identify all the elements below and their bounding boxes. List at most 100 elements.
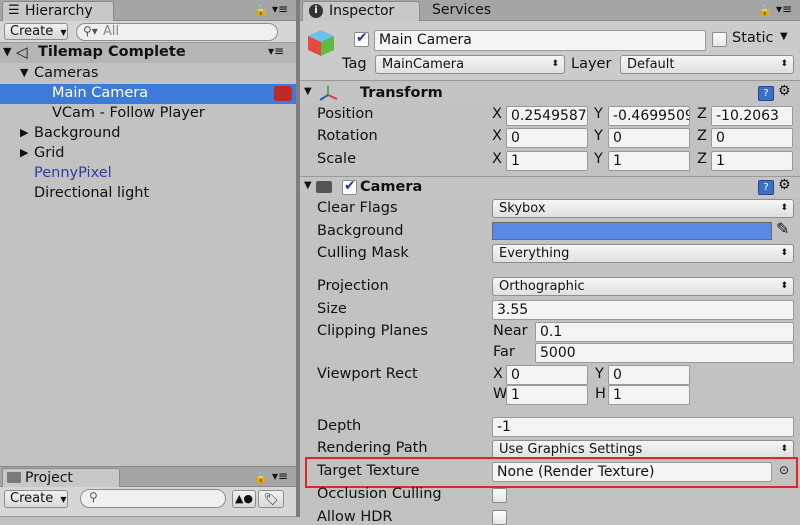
camera-icon — [316, 181, 332, 193]
far-label: Far — [493, 344, 515, 360]
occlusion-culling-label: Occlusion Culling — [317, 486, 442, 502]
rendering-path-value: Use Graphics Settings — [499, 442, 643, 457]
static-checkbox[interactable] — [712, 32, 727, 47]
rotation-y-field[interactable]: 0 — [608, 128, 690, 148]
tree-item-grid[interactable]: ▶ Grid — [0, 144, 296, 164]
gameobject-cube-icon — [306, 28, 336, 58]
size-label: Size — [317, 301, 347, 317]
object-picker-icon[interactable]: ⊙ — [779, 463, 789, 477]
inspector-tabbar: i Inspector Services 🔒 ▾≡ — [300, 0, 800, 22]
viewport-y-field[interactable]: 0 — [608, 365, 690, 385]
project-tab-label: Project — [25, 470, 73, 486]
lock-icon[interactable]: 🔒 — [254, 471, 268, 484]
scene-menu-icon[interactable]: ▾≡ — [268, 44, 284, 58]
allow-hdr-label: Allow HDR — [317, 509, 393, 525]
clear-flags-label: Clear Flags — [317, 200, 398, 216]
tag-value: MainCamera — [382, 57, 465, 72]
eyedropper-icon[interactable]: ✎ — [776, 219, 789, 238]
tree-item-background[interactable]: ▶ Background — [0, 124, 296, 144]
clear-flags-dropdown[interactable]: Skybox ⬍ — [492, 199, 794, 218]
transform-header[interactable]: ▼ Transform ? ⚙ — [300, 83, 800, 104]
filter-by-label-button[interactable]: 🏷 — [258, 490, 284, 508]
project-search-input[interactable]: ⚲ — [80, 489, 226, 508]
hierarchy-toolbar: Create ▼ ⚲▾ All — [0, 21, 296, 43]
layer-dropdown[interactable]: Default ⬍ — [620, 55, 794, 74]
scene-name: Tilemap Complete — [38, 44, 186, 60]
collapse-arrow-icon[interactable]: ▶ — [20, 126, 28, 139]
culling-mask-dropdown[interactable]: Everything ⬍ — [492, 244, 794, 263]
scale-label: Scale — [317, 151, 357, 167]
axis-x-label: X — [492, 106, 502, 122]
tree-item-label: Cameras — [34, 65, 99, 81]
tag-dropdown[interactable]: MainCamera ⬍ — [375, 55, 565, 74]
lock-icon[interactable]: 🔒 — [758, 4, 772, 17]
position-x-field[interactable]: 0.2549587 — [506, 106, 588, 126]
hierarchy-list-icon: ☰ — [8, 3, 20, 18]
rotation-label: Rotation — [317, 128, 378, 144]
filter-by-type-button[interactable]: ▲● — [232, 490, 256, 508]
tag-icon: 🏷 — [263, 492, 279, 506]
scene-row[interactable]: ▼ ◁ Tilemap Complete ▾≡ — [0, 43, 296, 63]
gear-icon[interactable]: ⚙ — [778, 83, 791, 99]
scale-x-field[interactable]: 1 — [506, 151, 588, 171]
position-label: Position — [317, 106, 374, 122]
object-name-field[interactable]: Main Camera — [374, 30, 706, 51]
foldout-arrow-icon[interactable]: ▼ — [304, 86, 312, 97]
dropdown-arrow-icon: ▼ — [60, 495, 67, 504]
transform-axes-icon — [318, 84, 340, 102]
panel-menu-icon[interactable]: ▾≡ — [272, 469, 288, 483]
projection-dropdown[interactable]: Orthographic ⬍ — [492, 277, 794, 296]
size-field[interactable]: 3.55 — [492, 300, 794, 320]
project-create-button[interactable]: Create ▼ — [4, 490, 68, 508]
rotation-x-field[interactable]: 0 — [506, 128, 588, 148]
gear-icon[interactable]: ⚙ — [778, 177, 791, 193]
active-checkbox[interactable]: ✔ — [354, 30, 369, 47]
tree-item-directional-light[interactable]: Directional light — [0, 184, 296, 204]
axis-z-label: Z — [697, 128, 707, 144]
target-texture-field[interactable]: None (Render Texture) — [492, 462, 772, 482]
tree-item-vcam[interactable]: VCam - Follow Player — [0, 104, 296, 124]
position-z-field[interactable]: -10.2063 — [711, 106, 793, 126]
scale-y-field[interactable]: 1 — [608, 151, 690, 171]
inspector-tab[interactable]: i Inspector — [302, 1, 420, 22]
tree-item-main-camera[interactable]: Main Camera — [0, 84, 296, 104]
background-label: Background — [317, 223, 404, 239]
static-dropdown-icon[interactable]: ▼ — [780, 31, 788, 42]
panel-menu-icon[interactable]: ▾≡ — [776, 2, 792, 16]
viewport-h-field[interactable]: 1 — [608, 385, 690, 405]
viewport-x-field[interactable]: 0 — [506, 365, 588, 385]
hierarchy-search-input[interactable]: ⚲▾ All — [76, 23, 278, 41]
occlusion-culling-checkbox[interactable] — [492, 488, 507, 503]
help-book-icon[interactable]: ? — [758, 180, 774, 195]
hierarchy-create-button[interactable]: Create ▼ — [4, 23, 68, 40]
unity-scene-icon: ◁ — [16, 43, 28, 61]
layer-label: Layer — [571, 56, 612, 72]
depth-field[interactable]: -1 — [492, 417, 794, 437]
viewport-w-field[interactable]: 1 — [506, 385, 588, 405]
foldout-arrow-icon[interactable]: ▼ — [304, 180, 312, 191]
background-color-swatch[interactable] — [492, 222, 772, 240]
checkmark-icon: ✔ — [344, 178, 356, 194]
expand-arrow-icon[interactable]: ▼ — [20, 66, 28, 79]
project-tab[interactable]: Project — [2, 468, 120, 488]
allow-hdr-checkbox[interactable] — [492, 510, 507, 525]
dropdown-arrows-icon: ⬍ — [551, 59, 559, 69]
panel-menu-icon[interactable]: ▾≡ — [272, 2, 288, 16]
scale-z-field[interactable]: 1 — [711, 151, 793, 171]
lock-icon[interactable]: 🔒 — [254, 4, 268, 17]
position-y-field[interactable]: -0.4699509 — [608, 106, 690, 126]
camera-enabled-checkbox[interactable]: ✔ — [342, 178, 357, 195]
layer-value: Default — [627, 57, 675, 72]
hierarchy-tab[interactable]: ☰ Hierarchy — [2, 1, 114, 22]
tree-item-cameras[interactable]: ▼ Cameras — [0, 64, 296, 84]
services-tab[interactable]: Services — [424, 1, 542, 21]
tree-item-label: Grid — [34, 145, 65, 161]
far-field[interactable]: 5000 — [535, 343, 794, 363]
camera-header[interactable]: ▼ ✔ Camera ? ⚙ — [300, 177, 800, 198]
tree-item-pennypixel[interactable]: PennyPixel — [0, 164, 296, 184]
help-book-icon[interactable]: ? — [758, 86, 774, 101]
near-field[interactable]: 0.1 — [535, 322, 794, 342]
rotation-z-field[interactable]: 0 — [711, 128, 793, 148]
create-label: Create — [10, 491, 54, 506]
collapse-arrow-icon[interactable]: ▶ — [20, 146, 28, 159]
